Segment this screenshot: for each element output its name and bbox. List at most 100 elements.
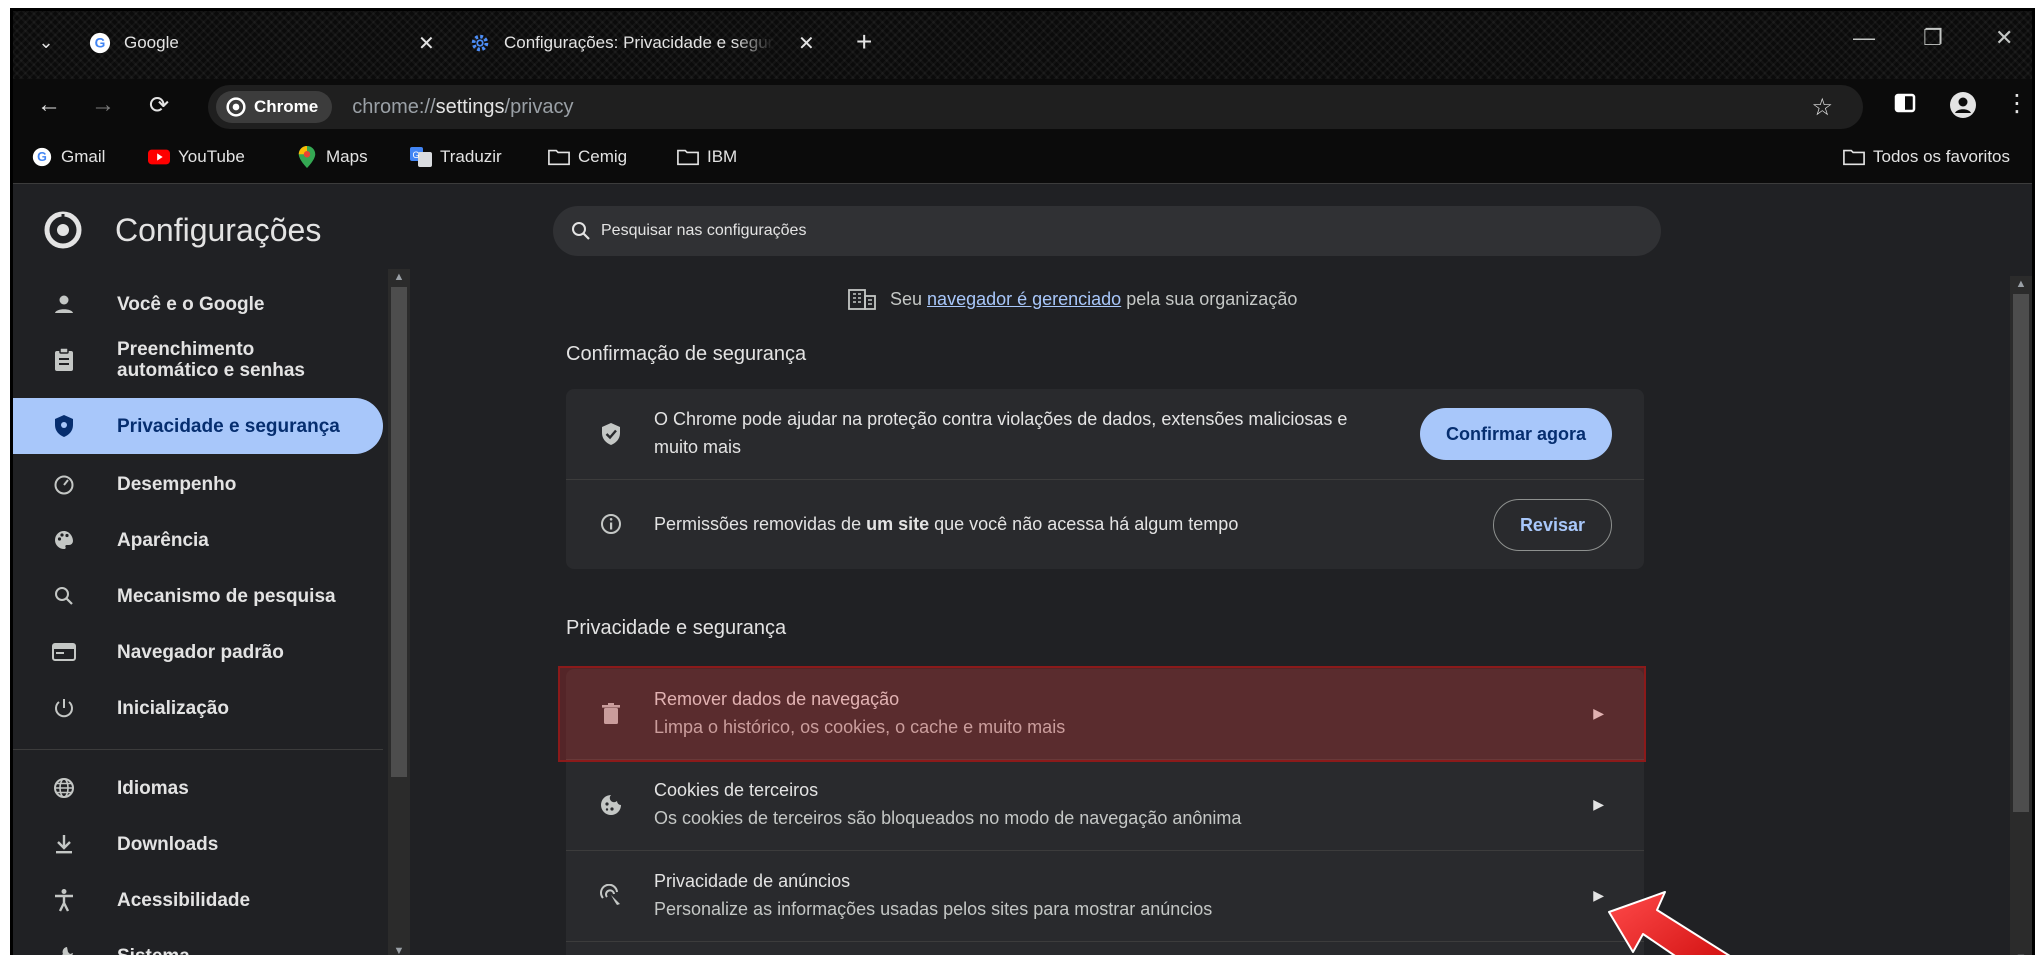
info-icon — [598, 511, 624, 537]
annotation-arrow-icon — [1608, 891, 1731, 955]
tab-google[interactable]: G Google ✕ — [88, 23, 448, 63]
maps-pin-icon — [296, 146, 318, 168]
tab-settings[interactable]: Configurações: Privacidade e segurança ✕ — [468, 23, 848, 63]
sidebar-item-sistema[interactable]: Sistema — [13, 928, 383, 955]
omnibox[interactable]: Chrome chrome://settings/privacy ☆ — [208, 85, 1863, 129]
youtube-icon — [148, 147, 170, 167]
scroll-down-icon[interactable]: ▼ — [388, 945, 410, 955]
svg-text:G: G — [95, 36, 106, 51]
shield-icon — [51, 413, 77, 439]
minimize-icon[interactable]: — — [1853, 25, 1875, 51]
highlight-box — [558, 666, 1646, 762]
restore-icon[interactable]: ❐ — [1923, 25, 1943, 51]
google-icon: G — [88, 31, 112, 55]
sidebar-item-downloads[interactable]: Downloads — [13, 816, 383, 872]
sidebar-item-voce-e-o-google[interactable]: Você e o Google — [13, 276, 383, 332]
window-close-icon[interactable]: ✕ — [1995, 25, 2013, 51]
sidebar-item-navegador-padrao[interactable]: Navegador padrão — [13, 624, 383, 680]
ad-privacy-row[interactable]: Privacidade de anúncios Personalize as in… — [566, 851, 1644, 941]
person-icon — [51, 291, 77, 317]
scrollbar-thumb[interactable] — [391, 287, 407, 777]
confirm-now-button[interactable]: Confirmar agora — [1419, 408, 1612, 460]
safety-check-row: O Chrome pode ajudar na proteção contra … — [566, 389, 1644, 479]
settings-gear-icon — [468, 31, 492, 55]
sidebar-item-desempenho[interactable]: Desempenho — [13, 456, 383, 512]
svg-text:G: G — [37, 150, 47, 164]
settings-search-input[interactable]: Pesquisar nas configurações — [553, 206, 1661, 256]
tab-strip: ⌄ G Google ✕ Configurações: Privacidade … — [13, 11, 2032, 79]
chrome-logo-icon — [226, 97, 246, 117]
bookmark-ibm[interactable]: IBM — [677, 147, 737, 167]
search-icon — [51, 583, 77, 609]
globe-icon — [51, 775, 77, 801]
scrollbar-thumb[interactable] — [2013, 294, 2029, 812]
scroll-up-icon[interactable]: ▲ — [2010, 278, 2032, 290]
review-button[interactable]: Revisar — [1492, 499, 1612, 551]
google-icon: G — [31, 147, 53, 167]
toolbar: ← → ⟳ Chrome chrome://settings/privacy ☆… — [13, 79, 2032, 135]
managed-link[interactable]: navegador é gerenciado — [927, 289, 1121, 310]
row-subtitle: Personalize as informações usadas pelos … — [654, 899, 1213, 919]
site-info-chip[interactable]: Chrome — [216, 91, 333, 123]
section-title-safety-check: Confirmação de segurança — [566, 343, 807, 365]
search-placeholder: Pesquisar nas configurações — [601, 222, 807, 239]
sidebar-item-acessibilidade[interactable]: Acessibilidade — [13, 872, 383, 928]
bookmark-gmail[interactable]: G Gmail — [31, 147, 105, 167]
section-title-privacy: Privacidade e segurança — [566, 617, 787, 639]
page-title: Configurações — [115, 211, 322, 248]
tab-label: Configurações: Privacidade e segurança — [504, 33, 774, 52]
main-scrollbar[interactable]: ▲ ▼ — [2010, 276, 2032, 955]
tab-search-icon[interactable]: ⌄ — [31, 27, 61, 57]
forward-icon[interactable]: → — [87, 91, 119, 119]
permissions-row: Permissões removidas de um site que você… — [566, 480, 1644, 569]
bookmark-maps[interactable]: Maps — [296, 146, 368, 168]
bookmark-star-icon[interactable]: ☆ — [1811, 93, 1833, 122]
menu-kebab-icon[interactable]: ⋮ — [2005, 89, 2029, 118]
reload-icon[interactable]: ⟳ — [143, 91, 175, 120]
cookie-icon — [598, 792, 624, 818]
search-icon — [572, 222, 590, 240]
download-icon — [51, 831, 77, 857]
sidebar-item-preenchimento[interactable]: Preenchimento automático e senhas — [13, 332, 383, 388]
speedometer-icon — [51, 471, 77, 497]
translate-icon: G — [410, 147, 432, 167]
palette-icon — [51, 527, 77, 553]
browser-window: ⌄ G Google ✕ Configurações: Privacidade … — [10, 8, 2035, 955]
chevron-right-icon: ▶ — [1593, 796, 1604, 812]
settings-page: Configurações Pesquisar nas configuraçõe… — [13, 184, 2032, 955]
chrome-logo-icon — [44, 211, 82, 249]
row-title: Cookies de terceiros — [654, 780, 819, 800]
close-icon[interactable]: ✕ — [418, 31, 435, 56]
side-panel-icon[interactable] — [1893, 91, 1917, 120]
browser-window-icon — [51, 639, 77, 665]
row-subtitle: Os cookies de terceiros são bloqueados n… — [654, 808, 1242, 828]
ad-privacy-icon — [598, 883, 624, 909]
folder-icon — [548, 147, 570, 167]
sidebar-scrollbar[interactable]: ▲ ▼ — [388, 269, 410, 955]
back-icon[interactable]: ← — [33, 91, 65, 119]
wrench-icon — [51, 943, 77, 955]
clipboard-icon — [51, 347, 77, 373]
power-icon — [51, 695, 77, 721]
chip-label: Chrome — [254, 97, 319, 116]
bookmark-traduzir[interactable]: G Traduzir — [410, 147, 502, 167]
shield-check-icon — [598, 421, 624, 447]
tab-label: Google — [124, 33, 179, 52]
sidebar-item-mecanismo-de-pesquisa[interactable]: Mecanismo de pesquisa — [13, 568, 383, 624]
all-bookmarks-folder[interactable]: Todos os favoritos — [1843, 147, 2010, 167]
bookmarks-bar: G Gmail YouTube Maps G Traduzir Cemig IB… — [13, 135, 2032, 184]
sidebar-item-aparencia[interactable]: Aparência — [13, 512, 383, 568]
new-tab-button[interactable]: + — [856, 27, 872, 57]
bookmark-youtube[interactable]: YouTube — [148, 147, 245, 167]
sidebar-item-idiomas[interactable]: Idiomas — [13, 760, 383, 816]
third-party-cookies-row[interactable]: Cookies de terceiros Os cookies de tercei… — [566, 760, 1644, 850]
sidebar-item-inicializacao[interactable]: Inicialização — [13, 680, 383, 736]
sidebar-item-privacidade[interactable]: Privacidade e segurança — [13, 398, 383, 454]
url-text[interactable]: chrome://settings/privacy — [352, 96, 573, 119]
scroll-up-icon[interactable]: ▲ — [388, 271, 410, 283]
profile-avatar-icon[interactable] — [1949, 91, 1977, 124]
folder-icon — [677, 147, 699, 167]
building-icon — [848, 289, 876, 310]
close-icon[interactable]: ✕ — [798, 31, 815, 56]
bookmark-cemig[interactable]: Cemig — [548, 147, 627, 167]
